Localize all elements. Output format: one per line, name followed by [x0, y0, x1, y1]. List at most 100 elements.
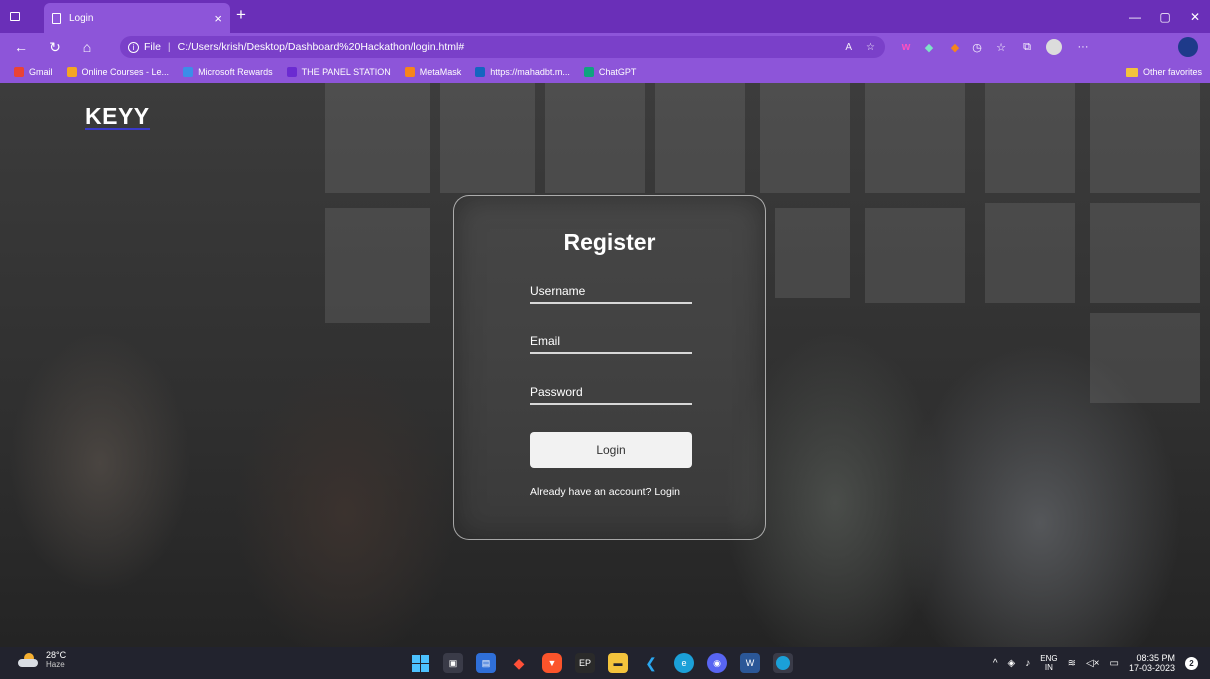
close-window-icon[interactable]: ✕ [1180, 0, 1210, 33]
more-options-icon[interactable]: ··· [1075, 36, 1091, 58]
microphone-icon[interactable]: ♪ [1025, 658, 1030, 669]
profile-avatar[interactable] [1045, 36, 1063, 58]
volume-icon[interactable]: ◁× [1086, 658, 1100, 669]
weather-icon [18, 653, 40, 667]
bookmark-item[interactable]: ChatGPT [583, 67, 636, 77]
weather-condition: Haze [46, 660, 65, 669]
background-window [1090, 203, 1200, 303]
bookmark-item[interactable]: Gmail [14, 67, 53, 77]
restore-icon[interactable]: ▢ [1150, 0, 1180, 33]
email-field[interactable]: Email [530, 330, 692, 354]
bookmark-item[interactable]: THE PANEL STATION [286, 67, 391, 77]
url-separator: | [167, 41, 171, 53]
other-favorites[interactable]: Other favorites [1125, 61, 1202, 83]
email-label: Email [530, 334, 561, 348]
background-window [325, 83, 430, 193]
background-window [1090, 83, 1200, 193]
rewards-icon [183, 67, 194, 77]
background-window [1090, 313, 1200, 403]
extension-icon[interactable]: ◆ [922, 36, 936, 58]
bookmark-item[interactable]: https://mahadbt.m... [475, 67, 570, 77]
refresh-icon[interactable]: ↻ [42, 33, 68, 61]
tab-actions-icon[interactable] [0, 0, 30, 33]
gmail-icon [14, 67, 24, 77]
task-view-icon[interactable]: ▣ [443, 653, 463, 673]
file-explorer-icon[interactable]: ▬ [608, 653, 628, 673]
url-tools: A ☆ [845, 42, 875, 53]
panel-station-icon [286, 67, 297, 77]
weather-widget[interactable]: 28°C Haze [18, 650, 66, 670]
discord-icon[interactable]: ◉ [707, 653, 727, 673]
app-icon[interactable]: ◆ [509, 653, 529, 673]
courses-icon [66, 67, 77, 77]
url-text: C:/Users/krish/Desktop/Dashboard%20Hacka… [177, 41, 465, 53]
username-label: Username [530, 284, 586, 298]
bookmarks-bar: Gmail Online Courses - Le... Microsoft R… [0, 61, 1210, 83]
extension-icon[interactable]: ◷ [970, 36, 984, 58]
brave-icon[interactable]: ▼ [542, 653, 562, 673]
background-window [865, 208, 965, 303]
bookmark-item[interactable]: Microsoft Rewards [183, 67, 273, 77]
background-window [985, 203, 1075, 303]
page-viewport: KEYY Register Username Email Password Lo… [0, 83, 1210, 647]
taskbar: 28°C Haze ▣ ▤ ◆ ▼ EP ▬ ❮ e ◉ W ^ ◈ ♪ ENG… [0, 647, 1210, 679]
tab-login[interactable]: Login × [44, 3, 230, 33]
favorites-icon[interactable]: ☆ [994, 36, 1008, 58]
edge-icon[interactable]: e [674, 653, 694, 673]
url-scheme: File [144, 41, 161, 53]
login-link[interactable]: Already have an account? Login [530, 486, 700, 498]
background-window [655, 83, 745, 193]
bing-icon[interactable] [1177, 36, 1199, 58]
windows-start-icon[interactable] [410, 653, 430, 673]
temperature: 28°C [46, 650, 67, 660]
clock[interactable]: 08:35 PM 17-03-2023 [1129, 653, 1175, 673]
vscode-icon[interactable]: ❮ [641, 653, 661, 673]
tab-title: Login [69, 12, 94, 24]
minimize-icon[interactable]: — [1120, 0, 1150, 33]
background-window [865, 83, 965, 193]
metamask-extension-icon[interactable]: ◆ [948, 36, 962, 58]
bookmark-item[interactable]: Online Courses - Le... [66, 67, 169, 77]
background-window [440, 83, 535, 193]
language-indicator[interactable]: ENG IN [1040, 654, 1057, 672]
new-tab-button[interactable]: + [236, 5, 246, 25]
url-field[interactable]: i File | C:/Users/krish/Desktop/Dashboar… [120, 36, 885, 58]
mahadbt-icon [475, 67, 486, 77]
wifi-icon[interactable]: ≋ [1068, 658, 1076, 669]
word-icon[interactable]: W [740, 653, 760, 673]
back-icon[interactable]: ← [8, 33, 34, 61]
metamask-icon [404, 67, 415, 77]
extension-icon[interactable]: w [898, 36, 914, 58]
edge-active-icon[interactable] [773, 653, 793, 673]
background-window [760, 83, 850, 193]
page-icon [52, 12, 61, 24]
folder-icon [1125, 67, 1138, 77]
background-window [325, 208, 430, 323]
close-tab-icon[interactable]: × [214, 11, 222, 26]
chevron-up-icon[interactable]: ^ [993, 658, 998, 669]
password-label: Password [530, 385, 583, 399]
store-icon[interactable]: ▤ [476, 653, 496, 673]
browser-tab-bar: Login × + — ▢ ✕ [0, 0, 1210, 33]
info-icon[interactable]: i [128, 41, 139, 53]
epic-games-icon[interactable]: EP [575, 653, 595, 673]
taskbar-apps: ▣ ▤ ◆ ▼ EP ▬ ❮ e ◉ W [410, 653, 793, 673]
chatgpt-icon [583, 67, 594, 77]
password-field[interactable]: Password [530, 381, 692, 405]
card-title: Register [563, 229, 656, 255]
login-button[interactable]: Login [530, 432, 692, 468]
brand-logo[interactable]: KEYY [85, 105, 150, 130]
background-window [545, 83, 645, 193]
username-field[interactable]: Username [530, 280, 692, 304]
bookmark-item[interactable]: MetaMask [404, 67, 461, 77]
battery-icon[interactable]: ▭ [1110, 658, 1119, 669]
background-window [775, 208, 850, 298]
collections-icon[interactable]: ⧉ [1020, 36, 1034, 58]
add-favorite-icon[interactable]: ☆ [866, 42, 875, 53]
notification-badge[interactable]: 2 [1185, 656, 1198, 670]
system-tray: ^ ◈ ♪ ENG IN ≋ ◁× ▭ 08:35 PM 17-03-2023 … [993, 647, 1198, 679]
network-app-icon[interactable]: ◈ [1008, 658, 1016, 669]
read-aloud-icon[interactable]: A [845, 42, 852, 53]
background-window [985, 83, 1075, 193]
home-icon[interactable]: ⌂ [74, 33, 100, 61]
